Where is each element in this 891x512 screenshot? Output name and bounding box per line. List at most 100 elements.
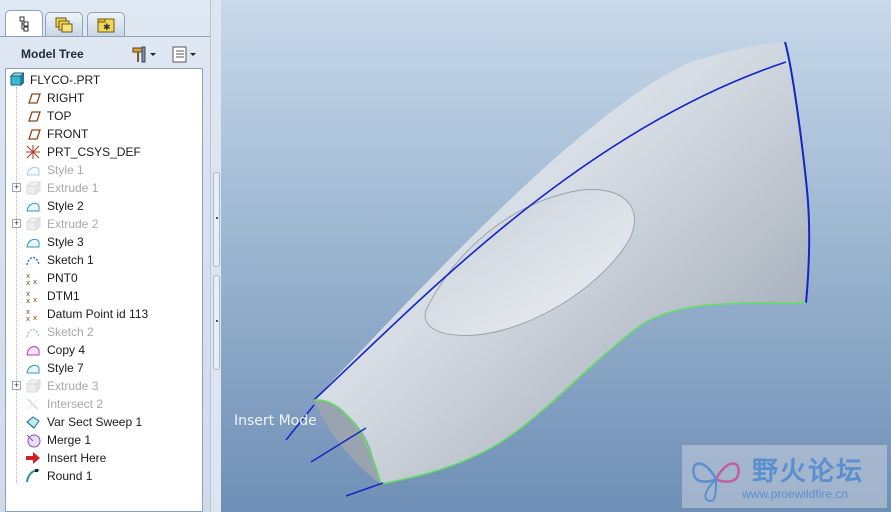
tree-item-round-1[interactable]: Round 1 [6, 467, 202, 485]
extrude-icon [25, 378, 41, 394]
watermark-url: www.proewildfire.cn [742, 487, 849, 501]
tree-item-insert-here[interactable]: Insert Here [6, 449, 202, 467]
expand-toggle[interactable]: + [12, 183, 21, 192]
tree-item-front[interactable]: FRONT [6, 125, 202, 143]
tree-item-label: Extrude 2 [47, 217, 99, 231]
show-menu-button[interactable] [171, 44, 197, 64]
svg-text:x: x [26, 297, 30, 304]
tree-item-style-7[interactable]: Style 7 [6, 359, 202, 377]
sketch-icon [25, 252, 41, 268]
tree-item-label: Copy 4 [47, 343, 86, 357]
panel-title: Model Tree [21, 47, 84, 61]
tree-item-dtm1[interactable]: x x x DTM1 [6, 287, 202, 305]
tree-item-datum-point-id-113[interactable]: x x x Datum Point id 113 [6, 305, 202, 323]
tree-item-var-sect-sweep-1[interactable]: Var Sect Sweep 1 [6, 413, 202, 431]
tree-item-label: Datum Point id 113 [47, 307, 149, 321]
tab-favorites[interactable]: ✱ [87, 12, 125, 36]
tree-item-label: Sketch 1 [47, 253, 94, 267]
tree-item-label: PRT_CSYS_DEF [47, 145, 141, 159]
tree-item-style-1[interactable]: Style 1 [6, 161, 202, 179]
tree-item-label: FRONT [47, 127, 89, 141]
style-icon [25, 360, 41, 376]
copy-icon [25, 342, 41, 358]
merge-icon [25, 432, 41, 448]
model-curve-ext-3 [345, 482, 384, 497]
mode-label: Insert Mode [234, 413, 317, 429]
tree-item-label: Style 1 [47, 163, 84, 177]
tree-item-extrude-2[interactable]: + Extrude 2 [6, 215, 202, 233]
tree-item-sketch-2[interactable]: Sketch 2 [6, 323, 202, 341]
svg-text:✱: ✱ [103, 23, 111, 33]
watermark-title: 野火论坛 [752, 456, 865, 486]
tree-item-label: Intersect 2 [47, 397, 104, 411]
tree-item-sketch-1[interactable]: Sketch 1 [6, 251, 202, 269]
expand-toggle[interactable]: + [12, 381, 21, 390]
tree-item-extrude-3[interactable]: + Extrude 3 [6, 377, 202, 395]
tree-item-label: PNT0 [47, 271, 78, 285]
tree-item-label: Extrude 1 [47, 181, 99, 195]
extrude-icon [25, 180, 41, 196]
favorites-tab-icon: ✱ [97, 18, 115, 33]
svg-text:x: x [33, 314, 37, 322]
list-settings-icon [172, 46, 187, 63]
splitter-grip-top[interactable] [213, 172, 220, 267]
graphics-viewport[interactable]: Insert Mode 野火论坛 www.proewildfire.cn [221, 0, 891, 512]
style-icon [25, 234, 41, 250]
tab-model-tree[interactable] [5, 10, 43, 37]
tree-item-pnt0[interactable]: x x x PNT0 [6, 269, 202, 287]
svg-text:x: x [33, 278, 37, 286]
datum-point-icon: xxx [25, 270, 41, 286]
tree-item-right[interactable]: RIGHT [6, 89, 202, 107]
tree-item-merge-1[interactable]: Merge 1 [6, 431, 202, 449]
style-icon [25, 198, 41, 214]
navigator-tabs: ✱ [0, 0, 210, 37]
tree-item-label: RIGHT [47, 91, 85, 105]
settings-menu-button[interactable] [131, 44, 157, 64]
insert-arrow-icon [25, 450, 41, 466]
tree-item-label: Var Sect Sweep 1 [47, 415, 143, 429]
tree-item-label: DTM1 [47, 289, 80, 303]
hammer-wrench-icon [132, 46, 146, 63]
tree-item-label: Insert Here [47, 451, 107, 465]
part-icon [8, 72, 24, 88]
tree-item-label: TOP [47, 109, 72, 123]
tree-item-label: Style 3 [47, 235, 84, 249]
navigator-panel: ✱ Model Tree FLYCO-.PRT RIGHT TOP FRONT PR [0, 0, 210, 512]
csys-icon [25, 144, 41, 160]
svg-text:x: x [33, 296, 37, 304]
tree-item-style-3[interactable]: Style 3 [6, 233, 202, 251]
tree-item-label: Sketch 2 [47, 325, 94, 339]
tree-item-extrude-1[interactable]: + Extrude 1 [6, 179, 202, 197]
panel-splitter[interactable] [210, 0, 221, 512]
model-render [285, 41, 811, 497]
tree-item-top[interactable]: TOP [6, 107, 202, 125]
tree-item-label: Style 7 [47, 361, 84, 375]
tree-item-label: Merge 1 [47, 433, 92, 447]
datum-point-icon: xxx [25, 306, 41, 322]
tree-item-copy-4[interactable]: Copy 4 [6, 341, 202, 359]
layers-tab-icon [55, 17, 73, 32]
butterfly-logo-icon [692, 462, 740, 502]
datum-point-icon: xxx [25, 288, 41, 304]
model-tree-header: Model Tree [0, 36, 210, 68]
tree-item-intersect-2[interactable]: Intersect 2 [6, 395, 202, 413]
style-icon [25, 162, 41, 178]
expand-toggle[interactable]: + [12, 219, 21, 228]
model-tree: FLYCO-.PRT RIGHT TOP FRONT PRT_CSYS_DEF Style… [5, 68, 203, 512]
datum-plane-icon [25, 90, 41, 106]
extrude-icon [25, 216, 41, 232]
sketch-icon [25, 324, 41, 340]
round-icon [25, 468, 41, 484]
tree-item-style-2[interactable]: Style 2 [6, 197, 202, 215]
datum-plane-icon [25, 108, 41, 124]
tree-item-label: Extrude 3 [47, 379, 99, 393]
model-tree-tab-icon [19, 16, 29, 32]
tree-item-flyco-prt[interactable]: FLYCO-.PRT [6, 71, 202, 89]
sweep-icon [25, 414, 41, 430]
tree-item-prt-csys-def[interactable]: PRT_CSYS_DEF [6, 143, 202, 161]
svg-text:x: x [26, 315, 30, 322]
tab-layers[interactable] [45, 12, 83, 36]
splitter-grip-bottom[interactable] [213, 275, 220, 370]
tree-item-label: FLYCO-.PRT [30, 73, 101, 87]
forum-watermark: 野火论坛 www.proewildfire.cn [682, 445, 887, 508]
